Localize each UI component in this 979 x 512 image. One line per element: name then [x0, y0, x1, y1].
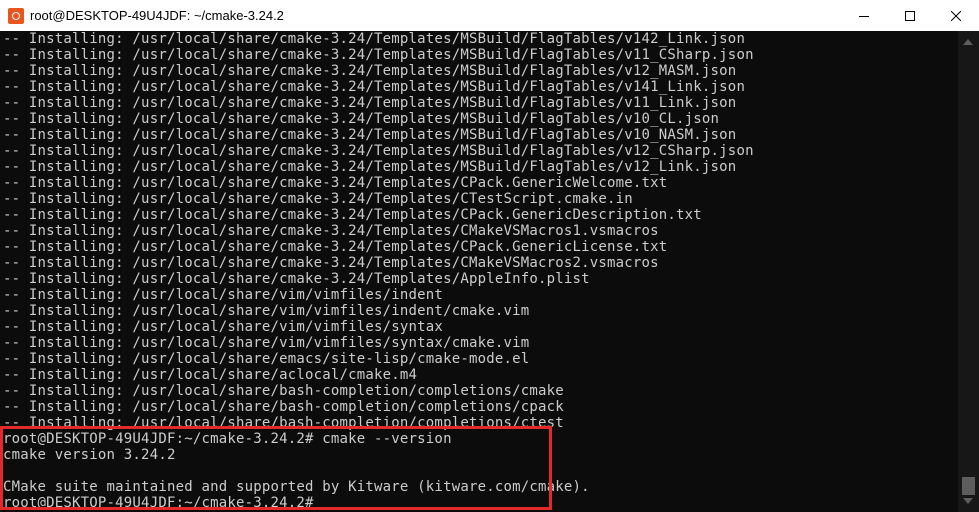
terminal-line: -- Installing: /usr/local/share/cmake-3.…: [3, 239, 668, 255]
terminal-line: cmake version 3.24.2: [3, 447, 176, 463]
terminal-lines: -- Installing: /usr/local/share/cmake-3.…: [3, 31, 754, 511]
maximize-button[interactable]: [887, 0, 933, 31]
terminal-line: -- Installing: /usr/local/share/cmake-3.…: [3, 175, 668, 191]
terminal-window: root@DESKTOP-49U4JDF: ~/cmake-3.24.2 -- …: [0, 0, 979, 512]
terminal-line: -- Installing: /usr/local/share/cmake-3.…: [3, 207, 702, 223]
vertical-scrollbar[interactable]: [958, 31, 979, 512]
minimize-button[interactable]: [841, 0, 887, 31]
terminal-line: -- Installing: /usr/local/share/bash-com…: [3, 415, 564, 431]
maximize-icon: [905, 10, 915, 21]
terminal-line: -- Installing: /usr/local/share/cmake-3.…: [3, 255, 659, 271]
terminal-line: -- Installing: /usr/local/share/cmake-3.…: [3, 31, 746, 47]
scroll-up-icon[interactable]: [963, 39, 973, 45]
terminal-line: CMake suite maintained and supported by …: [3, 479, 590, 495]
terminal-line: -- Installing: /usr/local/share/cmake-3.…: [3, 191, 633, 207]
terminal-line: -- Installing: /usr/local/share/cmake-3.…: [3, 111, 720, 127]
terminal-line: -- Installing: /usr/local/share/bash-com…: [3, 399, 564, 415]
terminal-line: -- Installing: /usr/local/share/cmake-3.…: [3, 223, 659, 239]
terminal-line: root@DESKTOP-49U4JDF:~/cmake-3.24.2#: [3, 495, 314, 511]
terminal-line: -- Installing: /usr/local/share/vim/vimf…: [3, 287, 444, 303]
terminal-line: -- Installing: /usr/local/share/cmake-3.…: [3, 79, 746, 95]
title-bar[interactable]: root@DESKTOP-49U4JDF: ~/cmake-3.24.2: [0, 0, 979, 31]
terminal-line: -- Installing: /usr/local/share/cmake-3.…: [3, 127, 737, 143]
terminal-line: -- Installing: /usr/local/share/aclocal/…: [3, 367, 418, 383]
close-icon: [951, 10, 961, 21]
window-controls: [841, 0, 979, 31]
terminal-line: -- Installing: /usr/local/share/cmake-3.…: [3, 159, 737, 175]
terminal-line: root@DESKTOP-49U4JDF:~/cmake-3.24.2# cma…: [3, 431, 452, 447]
scroll-thumb[interactable]: [962, 477, 975, 495]
terminal-output[interactable]: -- Installing: /usr/local/share/cmake-3.…: [0, 31, 958, 512]
close-button[interactable]: [933, 0, 979, 31]
terminal-line: -- Installing: /usr/local/share/cmake-3.…: [3, 143, 754, 159]
terminal-line: -- Installing: /usr/local/share/bash-com…: [3, 383, 564, 399]
terminal-line: -- Installing: /usr/local/share/cmake-3.…: [3, 47, 754, 63]
terminal-line: -- Installing: /usr/local/share/vim/vimf…: [3, 303, 530, 319]
terminal-line: -- Installing: /usr/local/share/cmake-3.…: [3, 63, 737, 79]
minimize-icon: [859, 15, 869, 17]
terminal-line: -- Installing: /usr/local/share/emacs/si…: [3, 351, 530, 367]
scroll-down-icon[interactable]: [963, 498, 973, 504]
terminal-line: -- Installing: /usr/local/share/cmake-3.…: [3, 271, 590, 287]
terminal-line: -- Installing: /usr/local/share/vim/vimf…: [3, 319, 444, 335]
window-title: root@DESKTOP-49U4JDF: ~/cmake-3.24.2: [30, 8, 284, 23]
terminal-line: -- Installing: /usr/local/share/cmake-3.…: [3, 95, 737, 111]
ubuntu-icon[interactable]: [8, 7, 24, 24]
terminal-line: -- Installing: /usr/local/share/vim/vimf…: [3, 335, 530, 351]
